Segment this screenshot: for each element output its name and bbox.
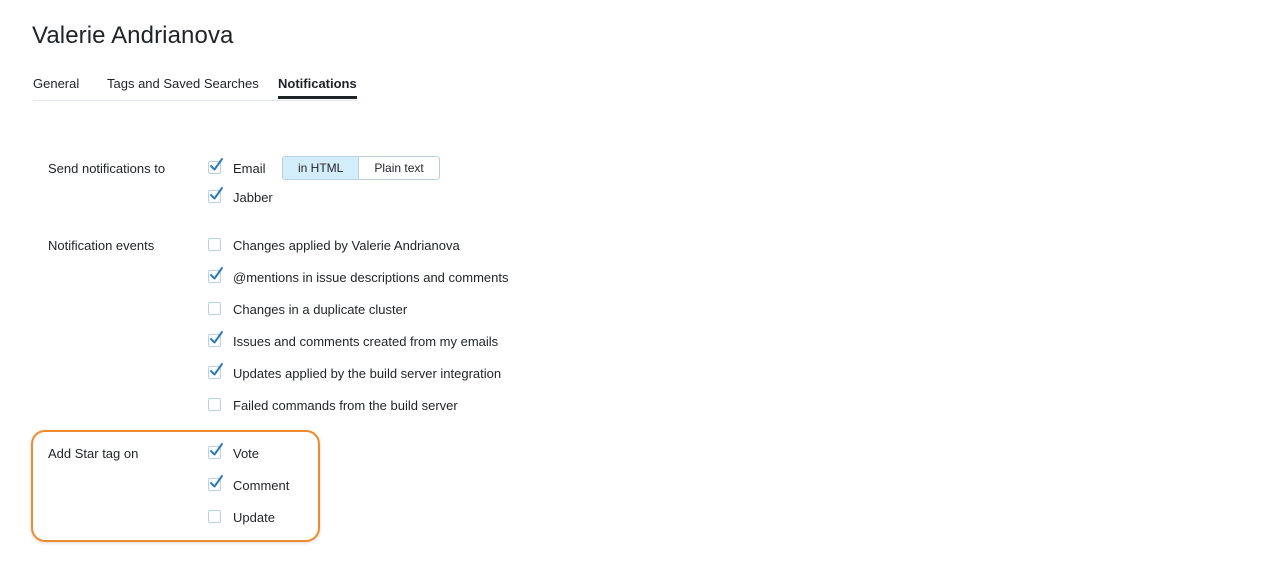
jabber-option-label[interactable]: Jabber — [233, 190, 273, 205]
in-html-button[interactable]: in HTML — [282, 156, 360, 180]
event-checkbox-from-emails[interactable] — [208, 331, 223, 347]
event-checkbox-failed-commands[interactable] — [208, 398, 221, 411]
checkmark-icon — [210, 331, 223, 344]
star-tag-label: Add Star tag on — [48, 446, 139, 461]
star-tag-checkbox-vote[interactable] — [208, 443, 223, 459]
checkmark-icon — [210, 443, 223, 456]
event-label-duplicate-cluster[interactable]: Changes in a duplicate cluster — [233, 302, 407, 317]
checkmark-icon — [210, 363, 223, 376]
email-option-label[interactable]: Email — [233, 161, 266, 176]
event-checkbox-changes-applied[interactable] — [208, 238, 221, 251]
event-checkbox-duplicate-cluster[interactable] — [208, 302, 221, 315]
plain-text-button[interactable]: Plain text — [359, 156, 440, 180]
star-tag-checkbox-update[interactable] — [208, 510, 221, 523]
checkmark-icon — [210, 158, 223, 171]
checkmark-icon — [210, 267, 223, 280]
send-notifications-label: Send notifications to — [48, 161, 166, 176]
checkmark-icon — [210, 475, 223, 488]
email-checkbox[interactable] — [208, 158, 223, 174]
page-title: Valerie Andrianova — [32, 22, 234, 49]
star-tag-label-comment[interactable]: Comment — [233, 478, 289, 493]
event-label-failed-commands[interactable]: Failed commands from the build server — [233, 398, 458, 413]
tab-bar: General Tags and Saved Searches Notifica… — [33, 76, 357, 101]
star-tag-label-vote[interactable]: Vote — [233, 446, 259, 461]
event-checkbox-build-server-updates[interactable] — [208, 363, 223, 379]
event-label-build-server-updates[interactable]: Updates applied by the build server inte… — [233, 366, 501, 381]
jabber-checkbox[interactable] — [208, 187, 223, 203]
event-label-changes-applied[interactable]: Changes applied by Valerie Andrianova — [233, 238, 460, 253]
tab-general[interactable]: General — [33, 76, 79, 91]
notification-events-label: Notification events — [48, 238, 155, 253]
email-format-toggle: in HTML Plain text — [282, 156, 440, 180]
star-tag-label-update[interactable]: Update — [233, 510, 275, 525]
checkmark-icon — [210, 187, 223, 200]
tab-notifications[interactable]: Notifications — [278, 76, 357, 99]
tab-tags-and-saved-searches[interactable]: Tags and Saved Searches — [107, 76, 259, 91]
star-tag-checkbox-comment[interactable] — [208, 475, 223, 491]
event-checkbox-mentions[interactable] — [208, 267, 223, 283]
event-label-from-emails[interactable]: Issues and comments created from my emai… — [233, 334, 498, 349]
event-label-mentions[interactable]: @mentions in issue descriptions and comm… — [233, 270, 509, 285]
